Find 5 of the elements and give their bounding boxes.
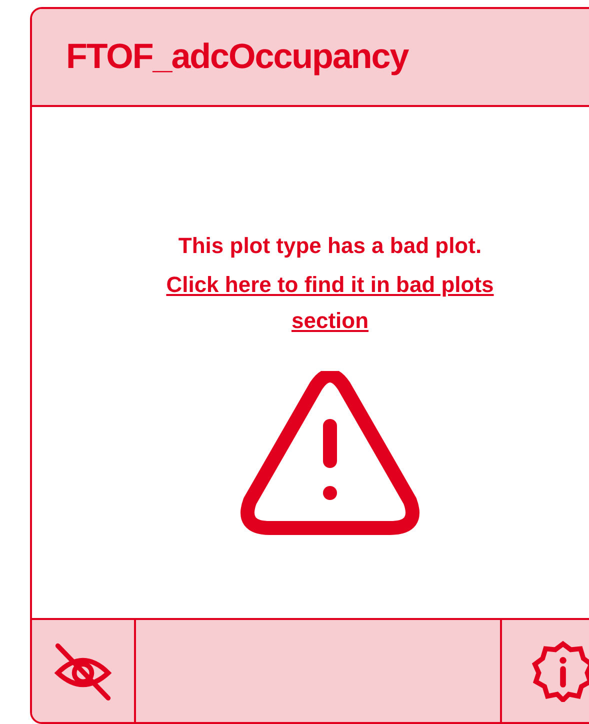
card-title: FTOF_adcOccupancy bbox=[66, 37, 408, 77]
bad-plots-link[interactable]: Click here to find it in bad plots section bbox=[135, 267, 525, 339]
info-icon[interactable] bbox=[532, 640, 589, 702]
warning-icon bbox=[238, 371, 422, 537]
bad-plot-message: This plot type has a bad plot. bbox=[178, 233, 482, 259]
